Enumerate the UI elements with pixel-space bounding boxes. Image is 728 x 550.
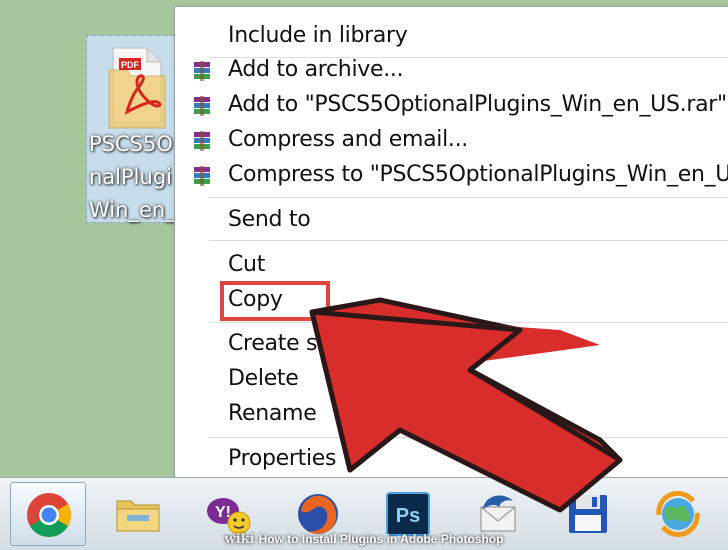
winrar-icon bbox=[194, 61, 210, 81]
menu-item-label: Add to "PSCS5OptionalPlugins_Win_en_US.r… bbox=[228, 92, 727, 117]
menu-item-label: Compress to "PSCS5OptionalPlugins_Win_en… bbox=[228, 162, 728, 187]
menu-item-add-to-archive[interactable]: Add to archive... bbox=[175, 53, 728, 87]
menu-item-send-to[interactable]: Send to bbox=[175, 203, 728, 237]
menu-item-add-to-rar[interactable]: Add to "PSCS5OptionalPlugins_Win_en_US.r… bbox=[175, 88, 728, 122]
winrar-icon bbox=[194, 131, 210, 151]
menu-item-label: Create sho bbox=[228, 331, 344, 356]
menu-item-include-in-library[interactable]: Include in library bbox=[175, 19, 728, 53]
menu-item-label: Delete bbox=[228, 366, 299, 391]
menu-item-create-shortcut[interactable]: Create sho bbox=[175, 327, 728, 361]
watermark: wiki How to Install Plugins in Adobe Phot… bbox=[0, 530, 728, 549]
winrar-icon bbox=[194, 96, 210, 116]
menu-item-compress-to-rar-and-email[interactable]: Compress to "PSCS5OptionalPlugins_Win_en… bbox=[175, 158, 728, 192]
menu-item-label: Send to bbox=[228, 207, 311, 232]
menu-item-label: Properties bbox=[228, 446, 337, 471]
desktop-file-pdf[interactable]: PDF PSCS5O nalPlugi Win_en_ bbox=[86, 35, 182, 223]
menu-item-properties[interactable]: Properties bbox=[175, 442, 728, 476]
desktop-file-label: PSCS5O nalPlugi Win_en_ bbox=[89, 132, 176, 222]
menu-item-compress-and-email[interactable]: Compress and email... bbox=[175, 123, 728, 157]
pdf-file-icon: PDF bbox=[108, 47, 166, 129]
menu-item-delete[interactable]: Delete bbox=[175, 362, 728, 396]
menu-separator bbox=[209, 197, 728, 198]
watermark-brand: wiki bbox=[224, 532, 255, 547]
winrar-icon bbox=[194, 166, 210, 186]
menu-separator bbox=[209, 437, 728, 438]
svg-text:Ps: Ps bbox=[396, 505, 420, 527]
context-menu: Include in library Add to archive... Add… bbox=[174, 6, 728, 478]
menu-item-label: Rename bbox=[228, 401, 317, 426]
menu-separator bbox=[209, 322, 728, 323]
menu-item-label: Include in library bbox=[228, 23, 408, 48]
svg-text:PDF: PDF bbox=[121, 60, 140, 70]
menu-separator bbox=[209, 240, 728, 241]
watermark-text: How to Install Plugins in Adobe Photosho… bbox=[258, 532, 504, 546]
menu-item-label: Compress and email... bbox=[228, 127, 468, 152]
copy-highlight-box bbox=[220, 281, 330, 321]
menu-item-label: Cut bbox=[228, 252, 266, 277]
menu-item-cut[interactable]: Cut bbox=[175, 248, 728, 282]
menu-item-label: Add to archive... bbox=[228, 57, 404, 82]
menu-item-rename[interactable]: Rename bbox=[175, 397, 728, 431]
